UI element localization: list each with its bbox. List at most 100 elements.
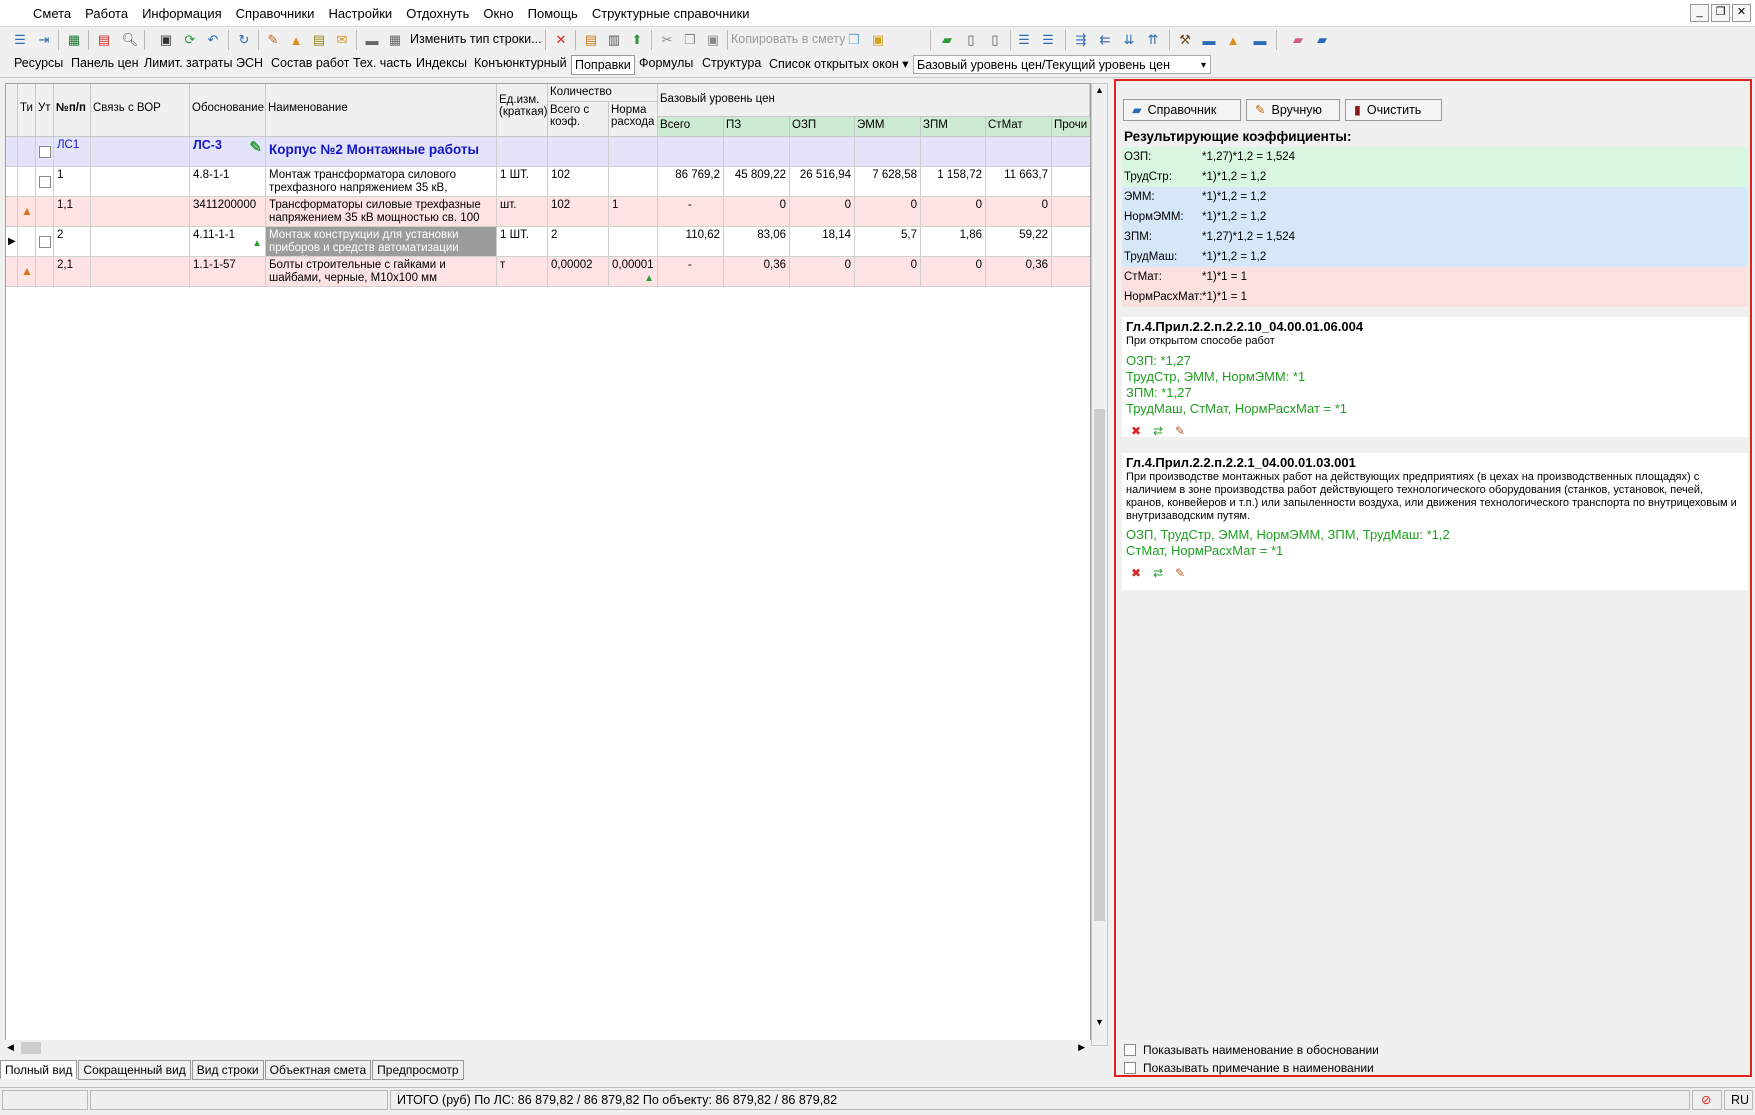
copy-page-icon[interactable]: ❐	[844, 30, 864, 50]
horizontal-scrollbar[interactable]: ◀ ▶	[5, 1040, 1091, 1057]
doc-pr-icon[interactable]: ▯	[985, 30, 1005, 50]
header-emm[interactable]: ЭММ	[855, 117, 921, 137]
truck-icon[interactable]: ▬	[362, 30, 382, 50]
option-show-name-in-basis[interactable]: Показывать наименование в обосновании	[1124, 1043, 1379, 1057]
tab-limit-costs[interactable]: Лимит. затраты	[144, 56, 233, 70]
header-stmat[interactable]: СтМат	[986, 117, 1052, 137]
scroll-down-icon[interactable]: ▼	[1095, 1017, 1104, 1027]
header-ti[interactable]: Ти	[18, 84, 36, 137]
doc-r-icon[interactable]: ▯	[961, 30, 981, 50]
clear-button[interactable]: ▮ Очистить	[1345, 99, 1442, 121]
menu-work[interactable]: Работа	[78, 6, 135, 21]
restore-icon[interactable]: ❐	[1711, 4, 1730, 22]
tab-short-view[interactable]: Сокращенный вид	[78, 1060, 191, 1080]
move-up-icon[interactable]: ⬆	[627, 30, 647, 50]
menu-window[interactable]: Окно	[476, 6, 520, 21]
tab-work-composition[interactable]: Состав работ	[271, 56, 349, 70]
car-icon[interactable]: ▬	[1250, 30, 1270, 50]
tab-tech-part[interactable]: Тех. часть	[353, 56, 412, 70]
insert-row-icon[interactable]: ⇥	[34, 30, 54, 50]
correction-item[interactable]: Гл.4.Прил.2.2.п.2.2.10_04.00.01.06.004 П…	[1122, 317, 1748, 439]
tree-icon[interactable]: ▤	[309, 30, 329, 50]
add-row-icon[interactable]: ☰	[10, 30, 30, 50]
list-edit-icon[interactable]: ☰	[1014, 30, 1034, 50]
tool-icon[interactable]: ✎	[263, 30, 283, 50]
table-row[interactable]: 1 4.8-1-1 Монтаж трансформатора силового…	[6, 167, 1090, 197]
header-total[interactable]: Всего	[658, 117, 724, 137]
tab-indexes[interactable]: Индексы	[416, 56, 467, 70]
tab-open-windows[interactable]: Список открытых окон ▾	[769, 56, 908, 71]
swap-icon[interactable]: ⇄	[1150, 565, 1166, 581]
recalc-icon[interactable]: ↻	[234, 30, 254, 50]
outdent-icon[interactable]: ⇇	[1095, 30, 1115, 50]
remove-icon[interactable]: ✖	[1128, 565, 1144, 581]
swap-icon[interactable]: ⇄	[1150, 423, 1166, 439]
header-pz[interactable]: ПЗ	[724, 117, 790, 137]
copy-to-estimate-button[interactable]: Копировать в смету	[731, 32, 845, 46]
tab-structure[interactable]: Структура	[702, 56, 761, 70]
header-basis[interactable]: Обоснование	[190, 84, 266, 137]
level-down-icon[interactable]: ⇊	[1119, 30, 1139, 50]
table-row[interactable]: ЛС1 ЛС-3 ✎ Корпус №2 Монтажные работы	[6, 137, 1090, 167]
menu-references[interactable]: Справочники	[229, 6, 322, 21]
row-checkbox[interactable]	[39, 176, 51, 188]
menu-rest[interactable]: Отдохнуть	[399, 6, 476, 21]
tab-price-panel[interactable]: Панель цен	[71, 56, 139, 70]
table-row[interactable]: ▶ 2 4.11-1-1 ▲ Монтаж конструкции для ус…	[6, 227, 1090, 257]
search-icon[interactable]: 🔍︎	[120, 30, 140, 50]
change-row-type-button[interactable]: Изменить тип строки...	[410, 32, 542, 46]
edit-icon[interactable]: ✎	[1172, 565, 1188, 581]
delete-icon[interactable]: ✕	[551, 30, 571, 50]
machine-icon[interactable]: ▦	[385, 30, 405, 50]
header-num[interactable]: №п/п	[54, 84, 91, 137]
tab-row-view[interactable]: Вид строки	[191, 1060, 264, 1080]
checkbox[interactable]	[1124, 1044, 1136, 1056]
scroll-up-icon[interactable]: ▲	[1095, 85, 1104, 95]
books-blue-icon[interactable]: ▰	[1312, 30, 1332, 50]
structure-icon[interactable]: ▤	[581, 30, 601, 50]
checkbox[interactable]	[1124, 1062, 1136, 1074]
edit-icon[interactable]: ✎	[1172, 423, 1188, 439]
price-level-select[interactable]: Базовый уровень цен/Текущий уровень цен ▾	[913, 55, 1211, 74]
list-check-icon[interactable]: ☰	[1038, 30, 1058, 50]
resource-icon[interactable]: ▲	[286, 30, 306, 50]
undo-icon[interactable]: ↶	[203, 30, 223, 50]
table-row[interactable]: ▲ 1,1 3411200000 Трансформаторы силовые …	[6, 197, 1090, 227]
tab-formulas[interactable]: Формулы	[639, 56, 693, 70]
header-unit[interactable]: Ед.изм. (краткая)	[497, 84, 548, 137]
refresh-icon[interactable]: ⟳	[180, 30, 200, 50]
tab-esn[interactable]: ЭСН	[236, 56, 263, 70]
hscroll-thumb[interactable]	[21, 1042, 41, 1054]
correction-item[interactable]: Гл.4.Прил.2.2.п.2.2.1_04.00.01.03.001 Пр…	[1122, 453, 1748, 590]
header-ut[interactable]: Ут	[36, 84, 54, 137]
save-icon[interactable]: ▣	[156, 30, 176, 50]
book-icon[interactable]: ▰	[937, 30, 957, 50]
level-up-icon[interactable]: ⇈	[1143, 30, 1163, 50]
header-qty-total[interactable]: Всего с коэф.	[548, 102, 609, 137]
menu-settings[interactable]: Настройки	[321, 6, 399, 21]
option-show-note-in-name[interactable]: Показывать примечание в наименовании	[1124, 1061, 1374, 1075]
menu-structural-references[interactable]: Структурные справочники	[585, 6, 757, 21]
tab-full-view[interactable]: Полный вид	[0, 1060, 78, 1079]
tab-resources[interactable]: Ресурсы	[14, 56, 63, 70]
menu-help[interactable]: Помощь	[521, 6, 585, 21]
materials-icon[interactable]: ▲	[1223, 30, 1243, 50]
crane-icon[interactable]: ▬	[1199, 30, 1219, 50]
excel-icon[interactable]: ▦	[64, 30, 84, 50]
tab-corrections[interactable]: Поправки	[571, 55, 635, 75]
tab-market[interactable]: Конъюнктурный	[474, 56, 567, 70]
indent-icon[interactable]: ⇶	[1071, 30, 1091, 50]
scroll-thumb[interactable]	[1094, 409, 1105, 921]
paste-icon[interactable]: ▣	[703, 30, 723, 50]
row-checkbox[interactable]	[39, 236, 51, 248]
copy-structure-icon[interactable]: ▥	[604, 30, 624, 50]
header-qty-norm[interactable]: Норма расхода	[609, 102, 658, 137]
header-name[interactable]: Наименование	[266, 84, 497, 137]
tab-object-estimate[interactable]: Объектная смета	[264, 1060, 372, 1080]
paste-page-icon[interactable]: ▣	[868, 30, 888, 50]
manual-button[interactable]: ✎ Вручную	[1246, 99, 1340, 121]
row-checkbox[interactable]	[39, 146, 51, 158]
menu-estimate[interactable]: Смета	[26, 6, 78, 21]
comment-icon[interactable]: ✉	[332, 30, 352, 50]
menu-information[interactable]: Информация	[135, 6, 229, 21]
